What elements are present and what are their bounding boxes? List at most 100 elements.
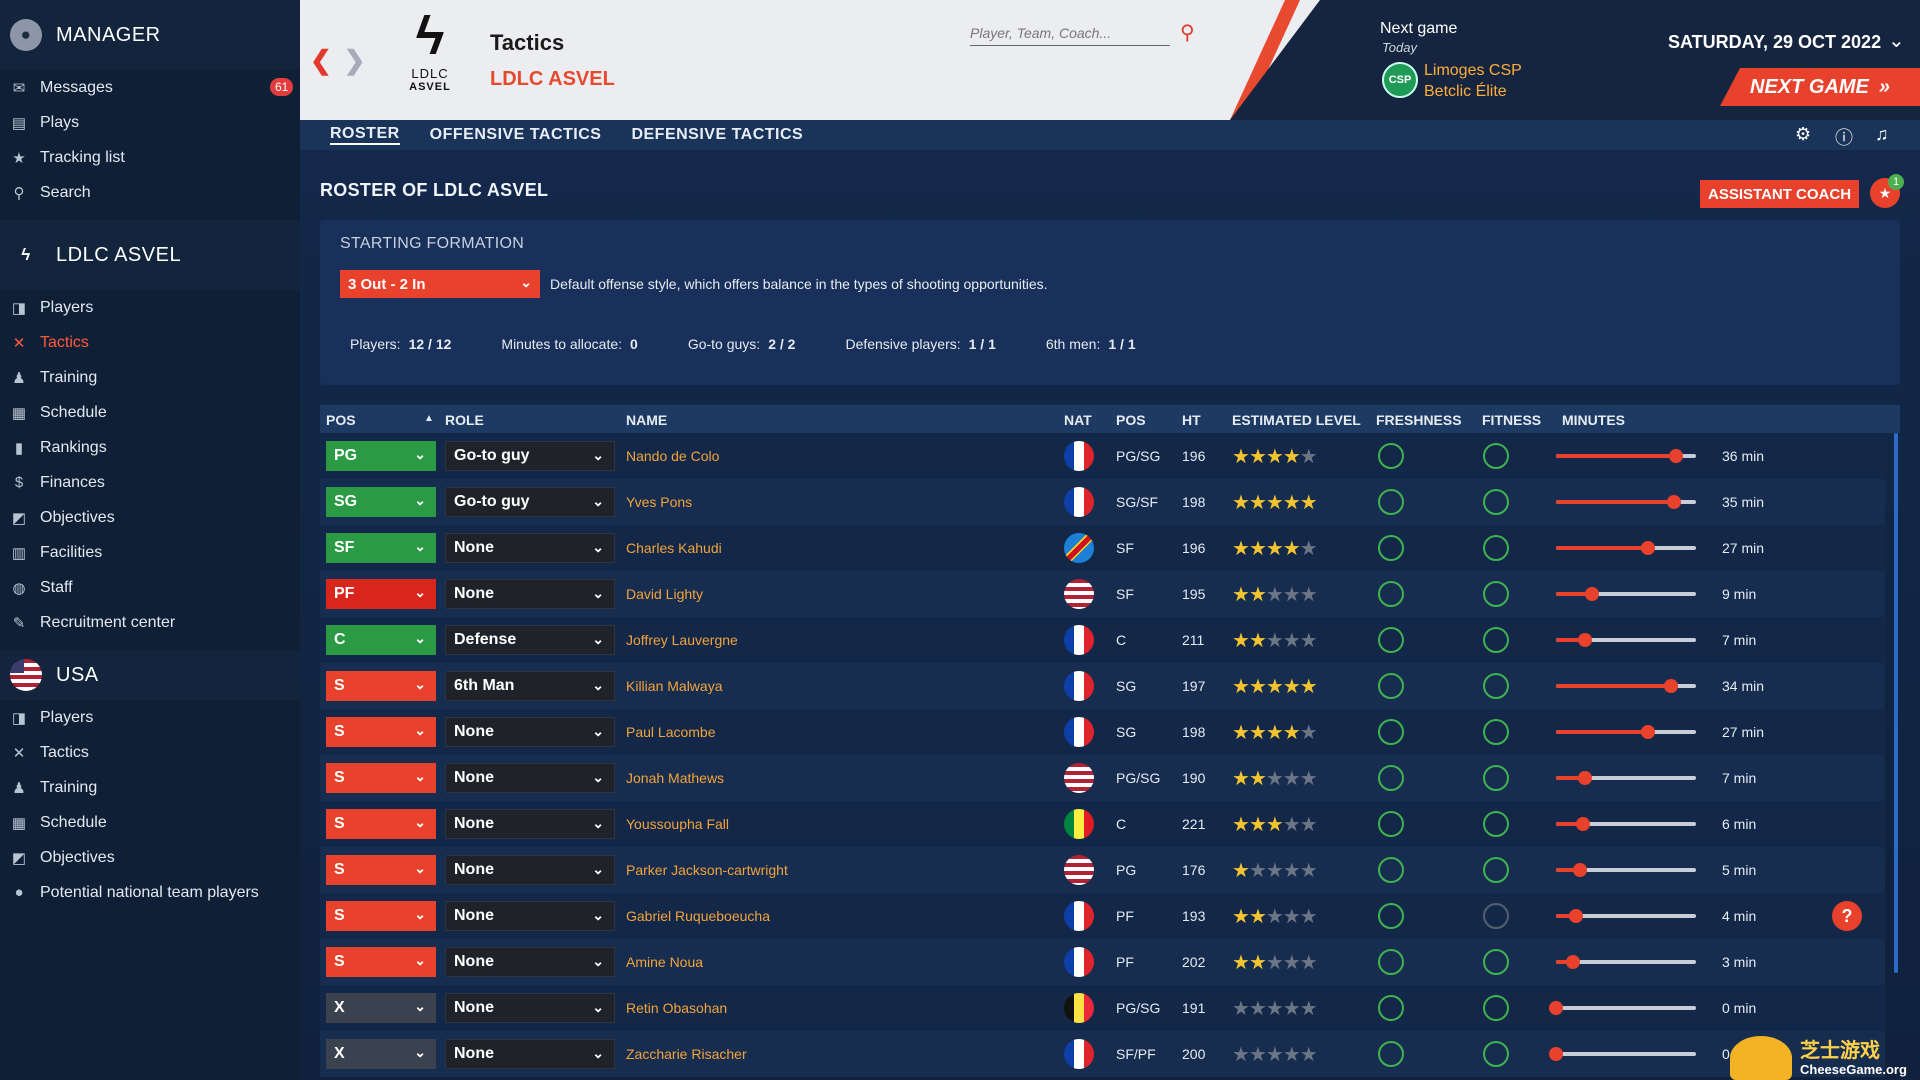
- role-select[interactable]: None ⌄: [445, 855, 615, 885]
- next-game-button[interactable]: NEXT GAME »: [1720, 68, 1920, 106]
- help-icon[interactable]: ?: [1832, 901, 1862, 931]
- formation-select[interactable]: 3 Out - 2 In ⌄: [340, 270, 540, 298]
- table-row[interactable]: S ⌄ None ⌄ Paul Lacombe SG 198 ★★★★★ 27 min: [320, 709, 1885, 755]
- player-name[interactable]: Retin Obasohan: [626, 1000, 727, 1016]
- role-select[interactable]: None ⌄: [445, 763, 615, 793]
- competition-name[interactable]: Betclic Élite: [1424, 83, 1507, 101]
- role-select[interactable]: None ⌄: [445, 533, 615, 563]
- minutes-slider-handle[interactable]: [1578, 633, 1593, 647]
- player-name[interactable]: Jonah Mathews: [626, 770, 724, 786]
- back-arrow-icon[interactable]: ❮: [310, 45, 332, 75]
- assistant-coach-button[interactable]: ASSISTANT COACH: [1700, 180, 1860, 208]
- music-icon[interactable]: ♫: [1875, 124, 1889, 145]
- chevron-down-icon[interactable]: ⌄: [1888, 28, 1905, 53]
- role-select[interactable]: None ⌄: [445, 901, 615, 931]
- sidebar-item-tactics[interactable]: ✕ Tactics: [0, 325, 300, 360]
- minutes-slider-handle[interactable]: [1669, 449, 1684, 463]
- col-freshness[interactable]: FRESHNESS: [1376, 412, 1462, 428]
- minutes-slider[interactable]: [1556, 817, 1696, 831]
- role-select[interactable]: Go-to guy ⌄: [445, 441, 615, 471]
- player-name[interactable]: Gabriel Ruqueboeucha: [626, 908, 770, 924]
- minutes-slider-handle[interactable]: [1585, 587, 1600, 601]
- role-select[interactable]: 6th Man ⌄: [445, 671, 615, 701]
- minutes-slider[interactable]: [1556, 587, 1696, 601]
- col-role[interactable]: ROLE: [445, 412, 484, 428]
- minutes-slider-handle[interactable]: [1565, 955, 1580, 969]
- minutes-slider[interactable]: [1556, 909, 1696, 923]
- manager-header[interactable]: ● MANAGER: [0, 0, 300, 70]
- minutes-slider-handle[interactable]: [1641, 541, 1656, 555]
- player-name[interactable]: David Lighty: [626, 586, 703, 602]
- col-nat[interactable]: NAT: [1064, 412, 1092, 428]
- sidebar-item-staff[interactable]: ◍ Staff: [0, 570, 300, 605]
- forward-arrow-icon[interactable]: ❯: [344, 45, 366, 75]
- slot-select[interactable]: PF ⌄: [326, 579, 436, 609]
- gear-icon[interactable]: ⚙: [1795, 124, 1811, 145]
- role-select[interactable]: None ⌄: [445, 993, 615, 1023]
- minutes-slider[interactable]: [1556, 725, 1696, 739]
- sidebar-item-rankings[interactable]: ▮ Rankings: [0, 430, 300, 465]
- sidebar-item-search[interactable]: ⚲ Search: [0, 175, 300, 210]
- slot-select[interactable]: S ⌄: [326, 901, 436, 931]
- sidebar-item-schedule[interactable]: ▦ Schedule: [0, 395, 300, 430]
- table-row[interactable]: SF ⌄ None ⌄ Charles Kahudi SF 196 ★★★★★ 27 min: [320, 525, 1885, 571]
- sidebar-item-tactics[interactable]: ✕ Tactics: [0, 735, 300, 770]
- table-row[interactable]: PG ⌄ Go-to guy ⌄ Nando de Colo PG/SG 196 ★★★★★ 3…: [320, 433, 1885, 479]
- club-header[interactable]: ϟ LDLC ASVEL: [0, 220, 300, 290]
- minutes-slider[interactable]: [1556, 449, 1696, 463]
- sidebar-item-players[interactable]: ◨ Players: [0, 700, 300, 735]
- minutes-slider-handle[interactable]: [1572, 863, 1587, 877]
- search-icon[interactable]: ⚲: [1180, 20, 1195, 45]
- table-row[interactable]: S ⌄ None ⌄ Youssoupha Fall C 221 ★★★★★ 6 min: [320, 801, 1885, 847]
- sidebar-item-objectives[interactable]: ◩ Objectives: [0, 500, 300, 535]
- minutes-slider-handle[interactable]: [1549, 1047, 1563, 1061]
- sidebar-item-players[interactable]: ◨ Players: [0, 290, 300, 325]
- sidebar-item-finances[interactable]: $ Finances: [0, 465, 300, 500]
- opponent-name[interactable]: Limoges CSP: [1424, 62, 1522, 80]
- minutes-slider-handle[interactable]: [1663, 679, 1678, 693]
- sidebar-item-training[interactable]: ♟ Training: [0, 360, 300, 395]
- minutes-slider[interactable]: [1556, 679, 1696, 693]
- table-row[interactable]: X ⌄ None ⌄ Retin Obasohan PG/SG 191 ★★★★★ 0 min: [320, 985, 1885, 1031]
- role-select[interactable]: None ⌄: [445, 579, 615, 609]
- tab-roster[interactable]: ROSTER: [330, 125, 400, 145]
- player-name[interactable]: Parker Jackson-cartwright: [626, 862, 788, 878]
- search-input[interactable]: Player, Team, Coach...: [970, 22, 1170, 46]
- col-pos[interactable]: POS: [326, 412, 356, 428]
- minutes-slider[interactable]: [1556, 955, 1696, 969]
- role-select[interactable]: Defense ⌄: [445, 625, 615, 655]
- player-name[interactable]: Killian Malwaya: [626, 678, 722, 694]
- minutes-slider-handle[interactable]: [1641, 725, 1656, 739]
- sidebar-item-facilities[interactable]: ▥ Facilities: [0, 535, 300, 570]
- table-row[interactable]: SG ⌄ Go-to guy ⌄ Yves Pons SG/SF 198 ★★★★★ 35 mi…: [320, 479, 1885, 525]
- player-name[interactable]: Amine Noua: [626, 954, 703, 970]
- tab-defensive-tactics[interactable]: DEFENSIVE TACTICS: [631, 126, 803, 144]
- sidebar-item-objectives[interactable]: ◩ Objectives: [0, 840, 300, 875]
- sidebar-item-schedule[interactable]: ▦ Schedule: [0, 805, 300, 840]
- slot-select[interactable]: S ⌄: [326, 855, 436, 885]
- minutes-slider[interactable]: [1549, 1001, 1696, 1015]
- role-select[interactable]: None ⌄: [445, 1039, 615, 1069]
- minutes-slider[interactable]: [1556, 495, 1696, 509]
- sidebar-item-potential-national-team-players[interactable]: ● Potential national team players: [0, 875, 300, 910]
- player-name[interactable]: Nando de Colo: [626, 448, 719, 464]
- col-ht[interactable]: HT: [1182, 412, 1201, 428]
- player-name[interactable]: Paul Lacombe: [626, 724, 716, 740]
- table-row[interactable]: S ⌄ None ⌄ Jonah Mathews PG/SG 190 ★★★★★ 7 min: [320, 755, 1885, 801]
- table-row[interactable]: S ⌄ 6th Man ⌄ Killian Malwaya SG 197 ★★★★★ 34 mi…: [320, 663, 1885, 709]
- minutes-slider[interactable]: [1556, 863, 1696, 877]
- col-fitness[interactable]: FITNESS: [1482, 412, 1541, 428]
- sidebar-item-recruitment-center[interactable]: ✎ Recruitment center: [0, 605, 300, 640]
- tab-offensive-tactics[interactable]: OFFENSIVE TACTICS: [430, 126, 602, 144]
- sidebar-item-tracking-list[interactable]: ★ Tracking list: [0, 140, 300, 175]
- minutes-slider[interactable]: [1556, 771, 1696, 785]
- sort-asc-icon[interactable]: ▲: [424, 413, 434, 424]
- role-select[interactable]: Go-to guy ⌄: [445, 487, 615, 517]
- role-select[interactable]: None ⌄: [445, 717, 615, 747]
- role-select[interactable]: None ⌄: [445, 947, 615, 977]
- minutes-slider[interactable]: [1556, 633, 1696, 647]
- slot-select[interactable]: S ⌄: [326, 763, 436, 793]
- table-row[interactable]: X ⌄ None ⌄ Zaccharie Risacher SF/PF 200 ★★★★★ 0 …: [320, 1031, 1885, 1077]
- help-icon[interactable]: ⓘ: [1835, 124, 1853, 150]
- player-name[interactable]: Charles Kahudi: [626, 540, 722, 556]
